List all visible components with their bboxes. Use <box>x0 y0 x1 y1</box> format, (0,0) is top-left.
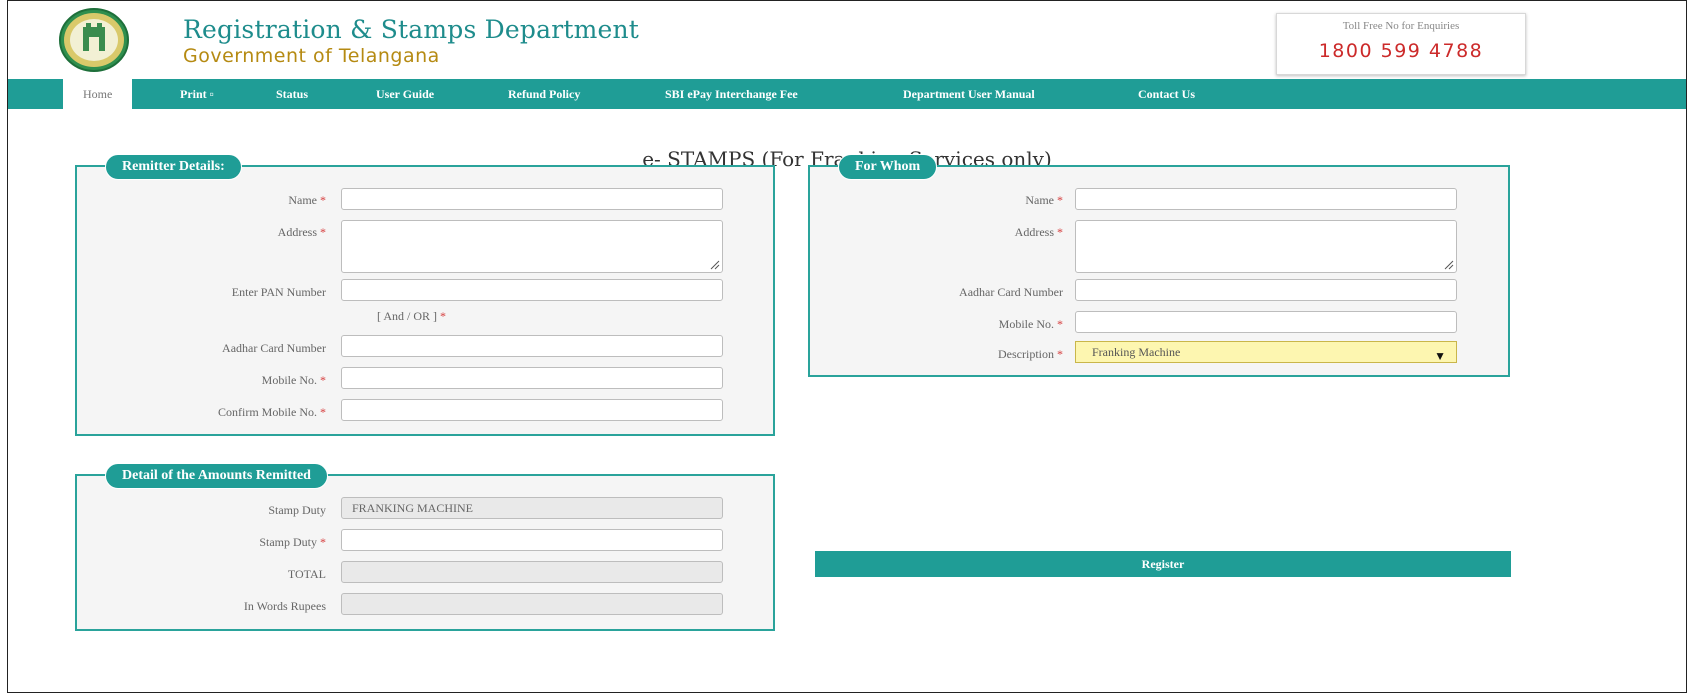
for-whom-mobile-input[interactable] <box>1075 311 1457 333</box>
toll-free-box: Toll Free No for Enquiries 1800 599 4788 <box>1276 13 1526 75</box>
remitter-name-label: Name * <box>288 193 326 208</box>
nav-sbi-epay-fee[interactable]: SBI ePay Interchange Fee <box>665 79 798 109</box>
nav-refund-policy[interactable]: Refund Policy <box>508 79 580 109</box>
remitter-mobile-label-text: Mobile No. <box>261 373 317 387</box>
required-mark: * <box>320 193 326 207</box>
toll-free-label: Toll Free No for Enquiries <box>1342 20 1460 32</box>
required-mark: * <box>1057 193 1063 207</box>
required-mark: * <box>440 309 446 323</box>
required-mark: * <box>320 373 326 387</box>
remitter-address-label: Address * <box>278 225 326 240</box>
for-whom-address-label-text: Address <box>1014 225 1054 239</box>
toll-free-number: 1800 599 4788 <box>1318 40 1484 62</box>
for-whom-name-input[interactable] <box>1075 188 1457 210</box>
for-whom-name-label-text: Name <box>1025 193 1054 207</box>
remitter-confirm-mobile-label-text: Confirm Mobile No. <box>218 405 317 419</box>
in-words-label: In Words Rupees <box>243 599 326 613</box>
for-whom-mobile-label: Mobile No. * <box>999 317 1063 332</box>
dropdown-arrow-icon[interactable]: ▼ <box>1434 346 1446 366</box>
remitter-details-fieldset: Remitter Details: Name * Address * Enter… <box>75 154 775 436</box>
nav-user-guide[interactable]: User Guide <box>376 79 434 109</box>
main-navbar: Home Print ▫ Status User Guide Refund Po… <box>8 79 1686 110</box>
for-whom-fieldset: For Whom Name * Address * Aadhar Card Nu… <box>808 154 1510 377</box>
nav-contact-us[interactable]: Contact Us <box>1138 79 1195 109</box>
stamp-duty-input[interactable] <box>341 529 723 551</box>
amounts-legend: Detail of the Amounts Remitted <box>105 463 328 489</box>
amounts-fieldset: Detail of the Amounts Remitted Stamp Dut… <box>75 463 775 631</box>
remitter-pan-input[interactable] <box>341 279 723 301</box>
required-mark: * <box>320 225 326 239</box>
description-label-text: Description <box>998 347 1054 361</box>
resize-grip-icon[interactable] <box>708 258 720 270</box>
remitter-aadhar-label: Aadhar Card Number <box>222 341 326 355</box>
nav-department-user-manual[interactable]: Department User Manual <box>903 79 1035 109</box>
in-words-field <box>341 593 723 615</box>
remitter-name-label-text: Name <box>288 193 317 207</box>
resize-grip-icon[interactable] <box>1442 258 1454 270</box>
stamp-duty-label: Stamp Duty * <box>259 535 326 550</box>
description-label: Description * <box>998 347 1063 362</box>
nav-status[interactable]: Status <box>276 79 308 109</box>
description-selected-value: Franking Machine <box>1092 345 1181 359</box>
telangana-emblem-icon <box>56 7 132 73</box>
for-whom-aadhar-label: Aadhar Card Number <box>959 285 1063 299</box>
remitter-mobile-input[interactable] <box>341 367 723 389</box>
remitter-confirm-mobile-label: Confirm Mobile No. * <box>218 405 326 420</box>
department-title: Registration & Stamps Department <box>183 15 640 44</box>
required-mark: * <box>1057 317 1063 331</box>
and-or-note: [ And / OR ] * <box>377 309 446 324</box>
remitter-mobile-label: Mobile No. * <box>262 373 326 388</box>
remitter-address-textarea[interactable] <box>341 220 723 273</box>
for-whom-address-label: Address * <box>1015 225 1063 240</box>
remitter-details-legend: Remitter Details: <box>105 154 242 180</box>
total-field <box>341 561 723 583</box>
required-mark: * <box>1057 347 1063 361</box>
required-mark: * <box>320 405 326 419</box>
remitter-pan-label: Enter PAN Number <box>231 285 326 299</box>
for-whom-name-label: Name * <box>1025 193 1063 208</box>
stamp-duty-type-field: FRANKING MACHINE <box>341 497 723 519</box>
government-subtitle: Government of Telangana <box>183 45 440 67</box>
required-mark: * <box>1057 225 1063 239</box>
register-button[interactable]: Register <box>815 551 1511 577</box>
and-or-text: [ And / OR ] <box>377 309 437 323</box>
for-whom-mobile-label-text: Mobile No. <box>998 317 1054 331</box>
description-select[interactable]: Franking Machine ▼ <box>1075 341 1457 363</box>
remitter-address-label-text: Address <box>277 225 317 239</box>
stamp-duty-label-text: Stamp Duty <box>259 535 317 549</box>
required-mark: * <box>320 535 326 549</box>
remitter-name-input[interactable] <box>341 188 723 210</box>
for-whom-legend: For Whom <box>838 154 938 180</box>
stamp-duty-type-label: Stamp Duty <box>268 503 326 517</box>
nav-home[interactable]: Home <box>63 79 133 110</box>
for-whom-aadhar-input[interactable] <box>1075 279 1457 301</box>
page-frame: Registration & Stamps Department Governm… <box>7 0 1687 693</box>
nav-print[interactable]: Print ▫ <box>180 79 214 109</box>
remitter-aadhar-input[interactable] <box>341 335 723 357</box>
total-label: TOTAL <box>287 567 326 581</box>
for-whom-address-textarea[interactable] <box>1075 220 1457 273</box>
remitter-confirm-mobile-input[interactable] <box>341 399 723 421</box>
